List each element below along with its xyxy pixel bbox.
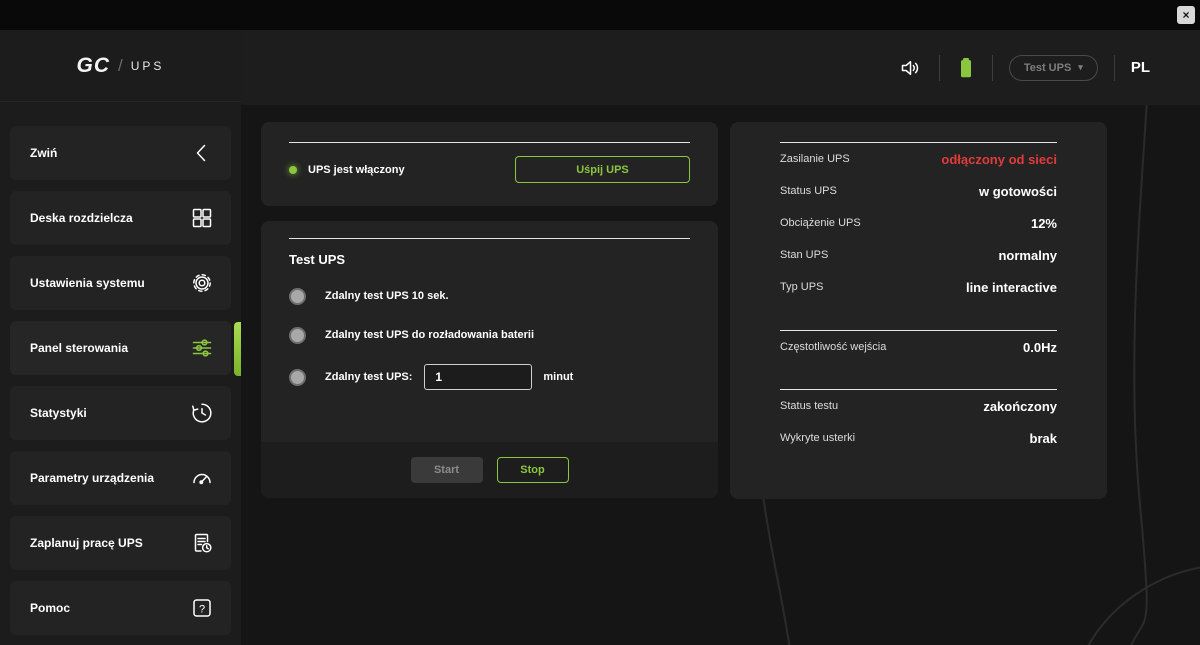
- logo-ups-text: UPS: [130, 58, 165, 73]
- app-logo: GC / UPS: [0, 30, 241, 102]
- info-label: Zasilanie UPS: [780, 153, 850, 165]
- info-row-ups-type: Typ UPS line interactive: [780, 271, 1057, 303]
- start-test-button[interactable]: Start: [410, 457, 483, 483]
- header-divider: [938, 54, 940, 81]
- info-label: Stan UPS: [780, 249, 829, 261]
- test-minutes-input[interactable]: [424, 364, 533, 390]
- sidebar-item-system-settings[interactable]: Ustawienia systemu: [10, 256, 231, 310]
- ups-test-card: Test UPS Zdalny test UPS 10 sek. Zdalny …: [261, 221, 718, 498]
- gauge-icon: [189, 465, 215, 491]
- logo-gc-text: GC: [76, 53, 111, 77]
- device-selector-dropdown[interactable]: Test UPS ▾: [1008, 54, 1098, 81]
- test-option-row: Zdalny test UPS 10 sek.: [289, 286, 690, 306]
- logo-separator: /: [118, 55, 123, 75]
- test-option-row: Zdalny test UPS do rozładowania baterii: [289, 325, 690, 345]
- header: Test UPS ▾ PL: [241, 30, 1200, 105]
- test-option-row: Zdalny test UPS: minut: [289, 364, 690, 390]
- sidebar-item-label: Parametry urządzenia: [30, 471, 155, 485]
- sidebar-item-dashboard[interactable]: Deska rozdzielcza: [10, 191, 231, 245]
- test-option-label: Zdalny test UPS:: [325, 371, 413, 383]
- sidebar-item-label: Pomoc: [30, 601, 71, 615]
- info-value: normalny: [998, 247, 1057, 263]
- info-row-ups-status: Status UPS w gotowości: [780, 175, 1057, 207]
- header-divider: [991, 54, 993, 81]
- sidebar-item-help[interactable]: Pomoc ?: [10, 581, 231, 635]
- sidebar-item-label: Ustawienia systemu: [30, 276, 145, 290]
- info-label: Obciążenie UPS: [780, 217, 861, 229]
- info-row-power-supply: Zasilanie UPS odłączony od sieci: [780, 143, 1057, 175]
- sidebar-item-control-panel[interactable]: Panel sterowania: [10, 321, 231, 375]
- sidebar-item-statistics[interactable]: Statystyki: [10, 386, 231, 440]
- info-value: odłączony od sieci: [941, 151, 1057, 167]
- power-status-row: UPS jest włączony Uśpij UPS: [289, 156, 690, 183]
- sidebar-item-device-parameters[interactable]: Parametry urządzenia: [10, 451, 231, 505]
- info-row-test-status: Status testu zakończony: [780, 390, 1057, 422]
- info-label: Częstotliwość wejścia: [780, 341, 887, 353]
- sidebar-item-collapse[interactable]: Zwiń: [10, 126, 231, 180]
- radio-test-custom-minutes[interactable]: [289, 368, 306, 386]
- radio-test-until-discharge[interactable]: [289, 326, 306, 344]
- sidebar-item-schedule-ups[interactable]: Zaplanuj pracę UPS: [10, 516, 231, 570]
- sliders-icon: [189, 335, 215, 361]
- active-item-indicator: [234, 322, 241, 376]
- ups-test-body: Test UPS Zdalny test UPS 10 sek. Zdalny …: [261, 238, 718, 390]
- schedule-document-icon: [189, 530, 215, 556]
- info-row-ups-load: Obciążenie UPS 12%: [780, 207, 1057, 239]
- test-options: Zdalny test UPS 10 sek. Zdalny test UPS …: [289, 286, 690, 390]
- power-status-card: UPS jest włączony Uśpij UPS: [261, 122, 718, 206]
- sleep-ups-button[interactable]: Uśpij UPS: [515, 156, 690, 183]
- app-window: × GC / UPS Zwiń Deska rozdzielcza Ustawi…: [0, 0, 1200, 645]
- header-divider: [1113, 54, 1115, 81]
- header-controls: Test UPS ▾ PL: [899, 30, 1150, 105]
- sidebar-item-label: Statystyki: [30, 406, 87, 420]
- ups-info-card: Zasilanie UPS odłączony od sieci Status …: [730, 122, 1107, 499]
- window-titlebar: ×: [0, 0, 1200, 30]
- test-option-label: Zdalny test UPS 10 sek.: [325, 290, 449, 302]
- battery-icon: [956, 55, 976, 81]
- info-label: Wykryte usterki: [780, 432, 856, 444]
- sidebar-nav: Zwiń Deska rozdzielcza Ustawienia system…: [0, 102, 241, 635]
- test-card-title: Test UPS: [289, 252, 346, 267]
- info-row-input-frequency: Częstotliwość wejścia 0.0Hz: [780, 331, 1057, 363]
- sidebar: GC / UPS Zwiń Deska rozdzielcza Ustawien…: [0, 30, 241, 645]
- test-actions-bar: Start Stop: [261, 442, 718, 498]
- info-value: zakończony: [983, 398, 1057, 414]
- info-value: w gotowości: [979, 183, 1057, 199]
- gear-icon: [189, 270, 215, 296]
- device-selector-label: Test UPS: [1023, 61, 1072, 74]
- info-value: 12%: [1030, 215, 1057, 231]
- history-clock-icon: [189, 400, 215, 426]
- language-selector[interactable]: PL: [1131, 59, 1150, 76]
- divider: [289, 142, 690, 143]
- info-value: 0.0Hz: [1023, 339, 1057, 355]
- info-row-ups-state: Stan UPS normalny: [780, 239, 1057, 271]
- info-label: Typ UPS: [780, 281, 824, 293]
- test-option-label: Zdalny test UPS do rozładowania baterii: [325, 329, 535, 341]
- svg-text:?: ?: [199, 603, 205, 615]
- info-label: Status UPS: [780, 185, 837, 197]
- radio-test-10s[interactable]: [289, 287, 306, 305]
- sidebar-item-label: Zwiń: [30, 146, 58, 160]
- info-label: Status testu: [780, 400, 839, 412]
- info-value: line interactive: [965, 279, 1057, 295]
- sidebar-item-label: Deska rozdzielcza: [30, 211, 133, 225]
- divider: [289, 238, 690, 239]
- power-status-label: UPS jest włączony: [308, 163, 405, 176]
- sidebar-item-label: Panel sterowania: [30, 341, 129, 355]
- chevron-left-icon: [189, 140, 215, 166]
- info-row-detected-faults: Wykryte usterki brak: [780, 422, 1057, 454]
- help-icon: ?: [189, 595, 215, 621]
- chevron-down-icon: ▾: [1078, 62, 1083, 72]
- stop-test-button[interactable]: Stop: [496, 457, 569, 483]
- minutes-unit-label: minut: [543, 371, 574, 383]
- main-content: UPS jest włączony Uśpij UPS Test UPS Zda…: [241, 105, 1200, 645]
- power-on-indicator-icon: [289, 165, 297, 174]
- close-icon[interactable]: ×: [1177, 6, 1195, 24]
- sidebar-item-label: Zaplanuj pracę UPS: [30, 536, 143, 550]
- info-value: brak: [1029, 430, 1057, 446]
- dashboard-grid-icon: [189, 205, 215, 231]
- speaker-icon[interactable]: [899, 56, 923, 80]
